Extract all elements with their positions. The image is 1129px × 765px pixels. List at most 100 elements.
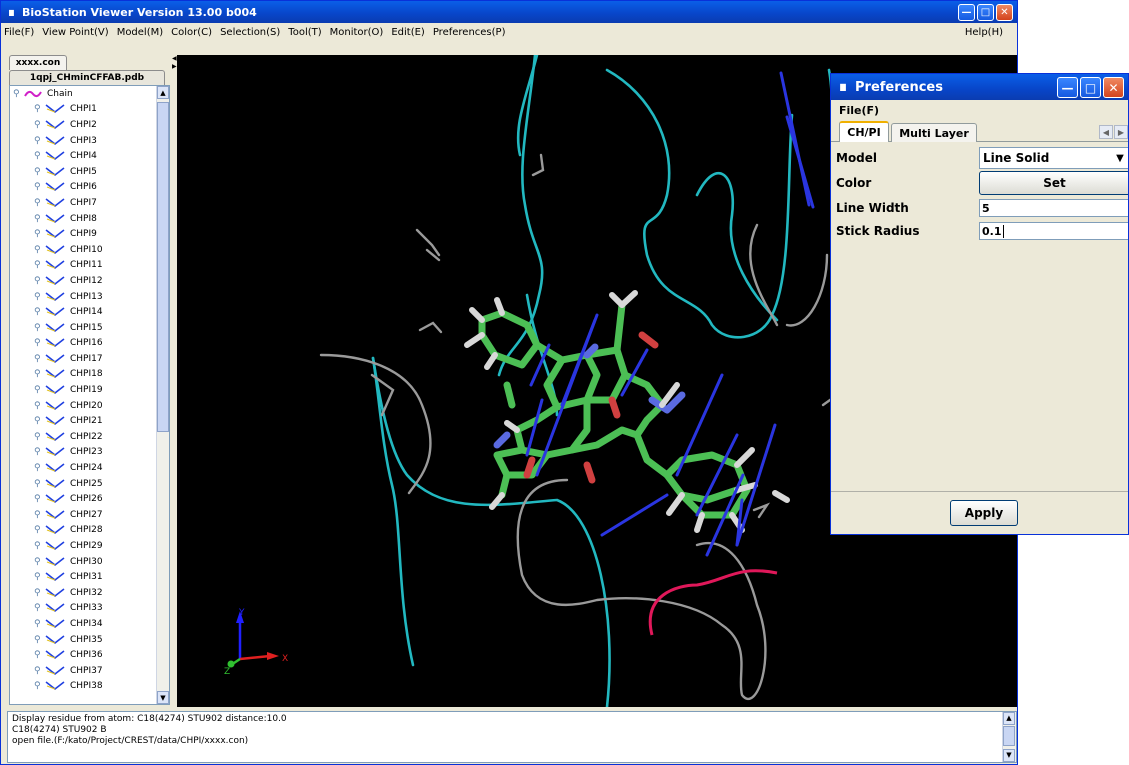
close-button[interactable]: ✕ bbox=[996, 4, 1013, 21]
expand-handle-icon[interactable]: ⚲ bbox=[34, 416, 44, 426]
tree-item-chpi[interactable]: ⚲ CHPI37 bbox=[10, 663, 169, 679]
tree-item-chpi[interactable]: ⚲ CHPI23 bbox=[10, 445, 169, 461]
tree-item-chpi[interactable]: ⚲ CHPI19 bbox=[10, 382, 169, 398]
tree-item-chpi[interactable]: ⚲ CHPI11 bbox=[10, 258, 169, 274]
tree-item-chpi[interactable]: ⚲ CHPI34 bbox=[10, 616, 169, 632]
expand-handle-icon[interactable]: ⚲ bbox=[34, 635, 44, 645]
tree-scrollbar[interactable]: ▲ ▼ bbox=[156, 86, 169, 704]
tree-item-chpi[interactable]: ⚲ CHPI18 bbox=[10, 367, 169, 383]
preferences-menu-file[interactable]: File(F) bbox=[839, 104, 879, 117]
tree-item-chpi[interactable]: ⚲ CHPI14 bbox=[10, 304, 169, 320]
tree-item-chpi[interactable]: ⚲ CHPI24 bbox=[10, 460, 169, 476]
expand-handle-icon[interactable]: ⚲ bbox=[34, 292, 44, 302]
expand-handle-icon[interactable]: ⚲ bbox=[34, 588, 44, 598]
tree-item-chpi[interactable]: ⚲ CHPI31 bbox=[10, 569, 169, 585]
expand-handle-icon[interactable]: ⚲ bbox=[34, 369, 44, 379]
expand-handle-icon[interactable]: ⚲ bbox=[34, 650, 44, 660]
tree-item-chpi[interactable]: ⚲ CHPI2 bbox=[10, 117, 169, 133]
tree-item-chpi[interactable]: ⚲ CHPI35 bbox=[10, 632, 169, 648]
expand-handle-icon[interactable]: ⚲ bbox=[34, 681, 44, 691]
tree-item-chpi[interactable]: ⚲ CHPI12 bbox=[10, 273, 169, 289]
menu-model[interactable]: Model(M) bbox=[117, 27, 163, 38]
scrollbar-thumb[interactable] bbox=[157, 102, 169, 432]
expand-handle-icon[interactable]: ⚲ bbox=[34, 432, 44, 442]
expand-handle-icon[interactable]: ⚲ bbox=[34, 198, 44, 208]
main-titlebar[interactable]: ∎ BioStation Viewer Version 13.00 b004 —… bbox=[1, 1, 1017, 23]
expand-handle-icon[interactable]: ⚲ bbox=[34, 494, 44, 504]
expand-handle-icon[interactable]: ⚲ bbox=[34, 541, 44, 551]
expand-handle-icon[interactable]: ⚲ bbox=[34, 603, 44, 613]
scroll-up-icon[interactable]: ▲ bbox=[157, 86, 169, 99]
menu-monitor[interactable]: Monitor(O) bbox=[330, 27, 384, 38]
expand-handle-icon[interactable]: ⚲ bbox=[34, 354, 44, 364]
menu-preferences[interactable]: Preferences(P) bbox=[433, 27, 506, 38]
scroll-up-icon[interactable]: ▲ bbox=[1003, 712, 1015, 725]
tree-item-chpi[interactable]: ⚲ CHPI8 bbox=[10, 211, 169, 227]
tree-item-chpi[interactable]: ⚲ CHPI7 bbox=[10, 195, 169, 211]
expand-handle-icon[interactable]: ⚲ bbox=[34, 525, 44, 535]
expand-right-icon[interactable]: ▶ bbox=[172, 63, 177, 70]
tree-item-chpi[interactable]: ⚲ CHPI20 bbox=[10, 398, 169, 414]
menu-color[interactable]: Color(C) bbox=[171, 27, 212, 38]
tree-item-chpi[interactable]: ⚲ CHPI29 bbox=[10, 538, 169, 554]
tab-scroll-right-icon[interactable]: ▶ bbox=[1114, 125, 1128, 139]
tree-item-chpi[interactable]: ⚲ CHPI9 bbox=[10, 226, 169, 242]
expand-handle-icon[interactable]: ⚲ bbox=[34, 323, 44, 333]
tree-item-chpi[interactable]: ⚲ CHPI13 bbox=[10, 289, 169, 305]
tree-item-chpi[interactable]: ⚲ CHPI30 bbox=[10, 554, 169, 570]
menu-file[interactable]: File(F) bbox=[4, 27, 34, 38]
expand-handle-icon[interactable]: ⚲ bbox=[34, 104, 44, 114]
expand-handle-icon[interactable]: ⚲ bbox=[34, 307, 44, 317]
expand-handle-icon[interactable]: ⚲ bbox=[34, 666, 44, 676]
expand-handle-icon[interactable]: ⚲ bbox=[34, 338, 44, 348]
tree-item-chpi[interactable]: ⚲ CHPI15 bbox=[10, 320, 169, 336]
close-button[interactable]: ✕ bbox=[1103, 77, 1124, 98]
tree-item-chpi[interactable]: ⚲ CHPI5 bbox=[10, 164, 169, 180]
menu-help[interactable]: Help(H) bbox=[965, 27, 1003, 38]
tree-item-chpi[interactable]: ⚲ CHPI25 bbox=[10, 476, 169, 492]
tab-multi-layer[interactable]: Multi Layer bbox=[891, 123, 977, 142]
expand-handle-icon[interactable]: ⚲ bbox=[34, 572, 44, 582]
maximize-button[interactable]: □ bbox=[1080, 77, 1101, 98]
tree-item-chpi[interactable]: ⚲ CHPI10 bbox=[10, 242, 169, 258]
console-scrollbar[interactable]: ▲ ▼ bbox=[1002, 712, 1016, 762]
expand-handle-icon[interactable]: ⚲ bbox=[34, 214, 44, 224]
expand-handle-icon[interactable]: ⚲ bbox=[34, 619, 44, 629]
expand-handle-icon[interactable]: ⚲ bbox=[34, 510, 44, 520]
stick-radius-input[interactable]: 0.1 bbox=[979, 222, 1128, 240]
expand-handle-icon[interactable]: ⚲ bbox=[34, 120, 44, 130]
tree-item-chpi[interactable]: ⚲ CHPI21 bbox=[10, 413, 169, 429]
line-width-input[interactable]: 5 bbox=[979, 199, 1128, 217]
tab-scroll-left-icon[interactable]: ◀ bbox=[1099, 125, 1113, 139]
expand-handle-icon[interactable]: ⚲ bbox=[34, 385, 44, 395]
menu-view-point[interactable]: View Point(V) bbox=[42, 27, 108, 38]
expand-handle-icon[interactable]: ⚲ bbox=[34, 557, 44, 567]
expand-handle-icon[interactable]: ⚲ bbox=[34, 229, 44, 239]
expand-handle-icon[interactable]: ⚲ bbox=[34, 136, 44, 146]
expand-handle-icon[interactable]: ⚲ bbox=[34, 276, 44, 286]
tree-item-chpi[interactable]: ⚲ CHPI6 bbox=[10, 180, 169, 196]
tree-item-chpi[interactable]: ⚲ CHPI27 bbox=[10, 507, 169, 523]
minimize-button[interactable]: — bbox=[1057, 77, 1078, 98]
console-log[interactable]: Display residue from atom: C18(4274) STU… bbox=[7, 711, 1017, 763]
minimize-button[interactable]: — bbox=[958, 4, 975, 21]
tree-item-chpi[interactable]: ⚲ CHPI26 bbox=[10, 491, 169, 507]
menu-edit[interactable]: Edit(E) bbox=[391, 27, 425, 38]
tree-item-chpi[interactable]: ⚲ CHPI16 bbox=[10, 336, 169, 352]
color-set-button[interactable]: Set bbox=[979, 171, 1128, 195]
scrollbar-thumb[interactable] bbox=[1003, 726, 1015, 746]
ligand-stick-model[interactable] bbox=[464, 290, 790, 533]
expand-handle-icon[interactable]: ⚲ bbox=[34, 245, 44, 255]
tree-item-chpi[interactable]: ⚲ CHPI38 bbox=[10, 679, 169, 695]
preferences-titlebar[interactable]: ∎ Preferences — □ ✕ bbox=[831, 74, 1128, 100]
chevron-down-icon[interactable]: ▼ bbox=[1111, 148, 1128, 168]
tree-item-chpi[interactable]: ⚲ CHPI3 bbox=[10, 133, 169, 149]
expand-handle-icon[interactable]: ⚲ bbox=[34, 479, 44, 489]
tab-pdb-file[interactable]: 1qpj_CHminCFFAB.pdb bbox=[9, 70, 165, 85]
tab-chpi[interactable]: CH/PI bbox=[839, 121, 889, 142]
expand-handle-icon[interactable]: ⚲ bbox=[34, 463, 44, 473]
apply-button[interactable]: Apply bbox=[950, 500, 1018, 526]
menu-selection[interactable]: Selection(S) bbox=[220, 27, 280, 38]
expand-handle-icon[interactable]: ⚲ bbox=[34, 401, 44, 411]
tree-item-chpi[interactable]: ⚲ CHPI4 bbox=[10, 148, 169, 164]
